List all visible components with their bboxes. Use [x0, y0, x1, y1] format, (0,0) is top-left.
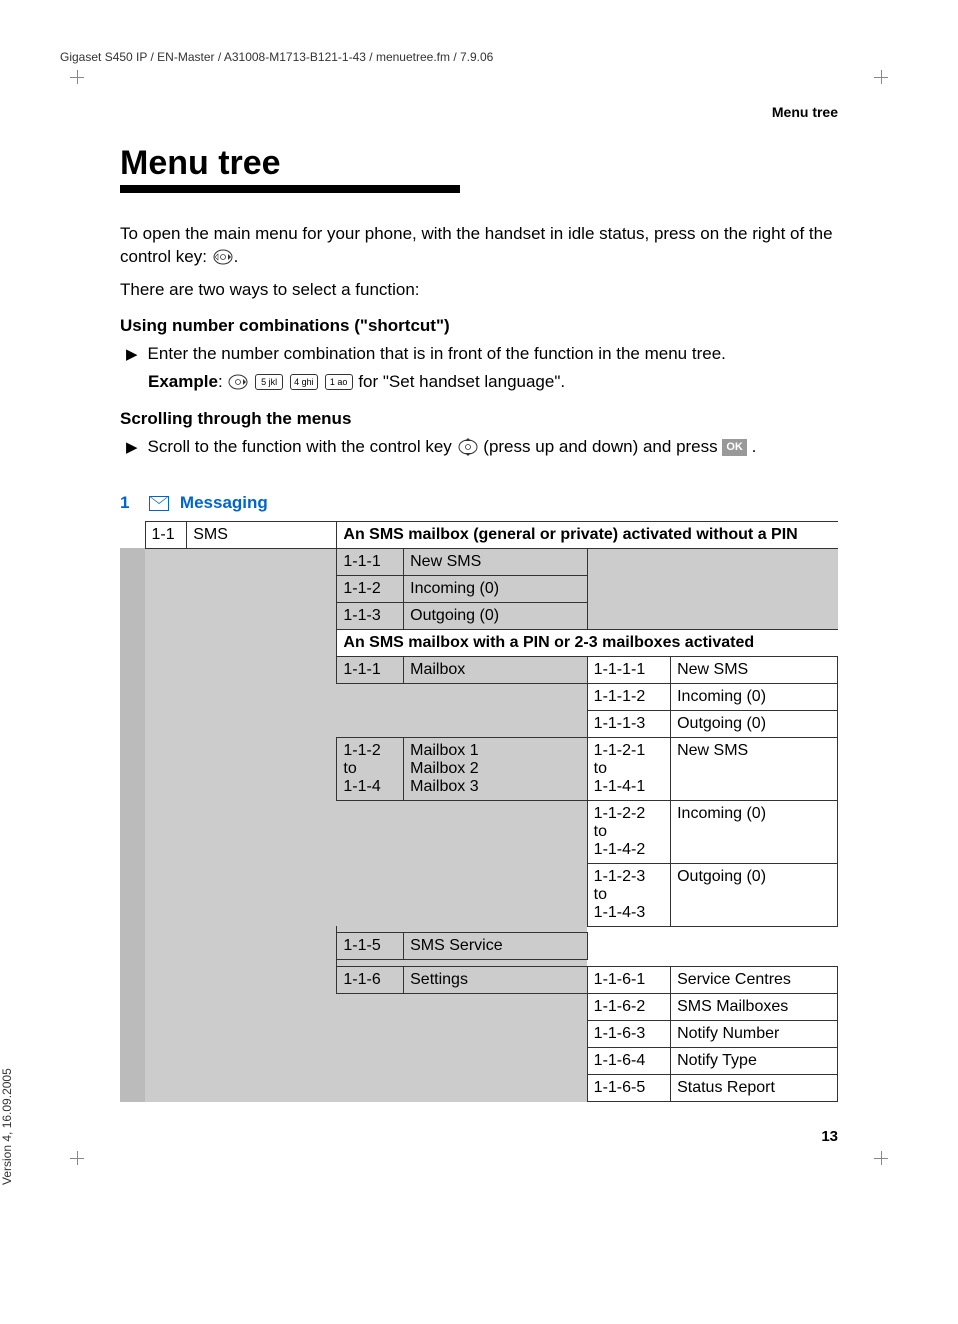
- scroll-text-c: .: [752, 437, 757, 456]
- cell-name: Settings: [404, 967, 588, 994]
- control-key-icon: [228, 372, 248, 392]
- cell-name: SMS Service: [404, 933, 588, 960]
- cell-name: Incoming (0): [404, 575, 588, 602]
- cell-sub-name: Service Centres: [671, 967, 838, 994]
- ok-key-icon: OK: [722, 439, 747, 456]
- crop-mark-icon: [874, 70, 888, 84]
- section-number: 1: [120, 493, 129, 513]
- scroll-text-b: (press up and down) and press: [483, 437, 722, 456]
- envelope-icon: [149, 496, 169, 511]
- intro-paragraph: To open the main menu for your phone, wi…: [120, 223, 838, 269]
- cell-sub-name: Notify Number: [671, 1021, 838, 1048]
- cell-sub-code: 1-1-2-1 to 1-1-4-1: [587, 737, 670, 800]
- cell-sub-name: New SMS: [671, 656, 838, 683]
- cell-sub-name: Outgoing (0): [671, 863, 838, 926]
- cell-sub-name: Notify Type: [671, 1048, 838, 1075]
- key-1-icon: 1 ao: [325, 374, 353, 390]
- table-row: 1-1-1 New SMS: [120, 548, 838, 575]
- crop-mark-icon: [70, 1151, 84, 1165]
- table-row: 1-1 SMS An SMS mailbox (general or priva…: [120, 521, 838, 548]
- cell-sub-name: SMS Mailboxes: [671, 994, 838, 1021]
- intro-text-2: There are two ways to select a function:: [120, 279, 838, 302]
- cell-code: 1-1-1: [337, 656, 404, 683]
- crop-mark-icon: [70, 70, 84, 84]
- example-label: Example: [148, 372, 218, 391]
- cell-code: 1-1-5: [337, 933, 404, 960]
- version-label: Version 4, 16.09.2005: [0, 1068, 14, 1185]
- cell-sub-name: Incoming (0): [671, 800, 838, 863]
- key-5-icon: 5 jkl: [255, 374, 283, 390]
- cell-name: New SMS: [404, 548, 588, 575]
- cell-sub-code: 1-1-2-3 to 1-1-4-3: [587, 863, 670, 926]
- cell-name: Mailbox: [404, 656, 588, 683]
- control-key-icon: [213, 247, 233, 267]
- page-title: Menu tree: [120, 144, 838, 183]
- cell-sub-code: 1-1-6-2: [587, 994, 670, 1021]
- shortcut-bullet-text: Enter the number combination that is in …: [148, 342, 838, 366]
- cell-sub-name: New SMS: [671, 737, 838, 800]
- cell-sub-name: Status Report: [671, 1075, 838, 1102]
- cell-header: An SMS mailbox with a PIN or 2-3 mailbox…: [337, 629, 838, 656]
- example-text: for "Set handset language".: [358, 372, 565, 391]
- cell-name: Outgoing (0): [404, 602, 588, 629]
- scrolling-bullet: Scroll to the function with the control …: [148, 435, 838, 459]
- cell-sub-name: Outgoing (0): [671, 710, 838, 737]
- control-key-icon: [458, 437, 478, 457]
- key-4-icon: 4 ghi: [290, 374, 318, 390]
- cell-code: 1-1-2: [337, 575, 404, 602]
- cell-name: Mailbox 1 Mailbox 2 Mailbox 3: [404, 737, 588, 800]
- cell-sub-code: 1-1-6-3: [587, 1021, 670, 1048]
- cell-code: 1-1-6: [337, 967, 404, 994]
- cell-sub-code: 1-1-2-2 to 1-1-4-2: [587, 800, 670, 863]
- cell-sub-code: 1-1-1-1: [587, 656, 670, 683]
- bullet-arrow-icon: ▶: [126, 437, 138, 458]
- cell-code: 1-1-3: [337, 602, 404, 629]
- cell-sub-name: Incoming (0): [671, 683, 838, 710]
- cell-code: 1-1-2 to 1-1-4: [337, 737, 404, 800]
- section-title-messaging: Messaging: [180, 493, 268, 512]
- page-header-label: Menu tree: [120, 104, 838, 120]
- menu-tree-table: 1-1 SMS An SMS mailbox (general or priva…: [120, 521, 838, 1103]
- subheading-shortcut: Using number combinations ("shortcut"): [120, 316, 838, 336]
- crop-mark-icon: [874, 1151, 888, 1165]
- subheading-scrolling: Scrolling through the menus: [120, 409, 838, 429]
- scroll-text-a: Scroll to the function with the control …: [148, 437, 457, 456]
- example-row: Example: 5 jkl 4 ghi 1 ao for "Set hands…: [148, 368, 838, 395]
- cell-sub-code: 1-1-6-5: [587, 1075, 670, 1102]
- cell-sub-code: 1-1-1-3: [587, 710, 670, 737]
- cell-code: 1-1-1: [337, 548, 404, 575]
- cell-header: An SMS mailbox (general or private) acti…: [337, 521, 838, 548]
- cell-sub-code: 1-1-6-1: [587, 967, 670, 994]
- bullet-arrow-icon: ▶: [126, 344, 138, 365]
- heading-underline: [120, 185, 460, 193]
- page-number: 13: [120, 1128, 838, 1145]
- cell-sub-code: 1-1-1-2: [587, 683, 670, 710]
- header-path: Gigaset S450 IP / EN-Master / A31008-M17…: [60, 50, 898, 64]
- cell-sub-code: 1-1-6-4: [587, 1048, 670, 1075]
- cell-code: 1-1: [145, 521, 187, 548]
- cell-name: SMS: [187, 521, 337, 548]
